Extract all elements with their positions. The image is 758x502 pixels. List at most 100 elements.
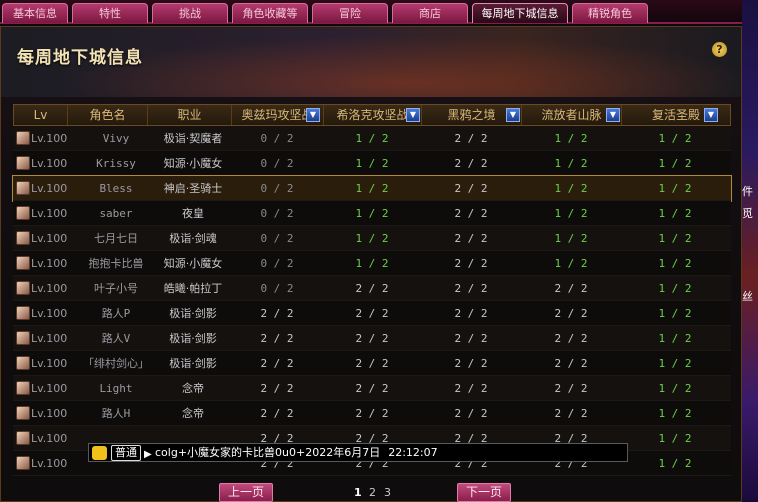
prev-page-button[interactable]: 上一页 — [219, 483, 273, 502]
table-row[interactable]: Lv.100 saber 夜皇 0 / 21 / 22 / 21 / 21 / 2 — [13, 201, 731, 226]
tab-basic-info[interactable]: 基本信息 — [2, 3, 68, 23]
cell-clear-count: 2 / 2 — [454, 407, 488, 420]
cell-clear-count: 1 / 2 — [554, 132, 588, 145]
cell-level: Lv.100 — [31, 307, 68, 320]
cell-clear-count: 1 / 2 — [554, 182, 588, 195]
tab-elite-characters[interactable]: 精锐角色 — [572, 3, 648, 23]
cell-clear-count: 1 / 2 — [658, 207, 692, 220]
cell-clear-count: 1 / 2 — [658, 407, 692, 420]
cell-clear-count: 1 / 2 — [658, 157, 692, 170]
table-row[interactable]: Lv.100 七月七日 极诣·剑魂 0 / 21 / 22 / 21 / 21 / 2 — [13, 226, 731, 251]
cell-level: Lv.100 — [31, 157, 68, 170]
table-row[interactable]: Lv.100 路人H 念帝 2 / 22 / 22 / 22 / 21 / 2 — [13, 401, 731, 426]
table-row[interactable]: Lv.100 路人V 极诣·剑影 2 / 22 / 22 / 22 / 21 / 2 — [13, 326, 731, 351]
avatar — [16, 356, 30, 370]
next-page-button[interactable]: 下一页 — [457, 483, 511, 502]
cell-clear-count: 1 / 2 — [658, 232, 692, 245]
cell-job: 极诣·剑影 — [169, 357, 217, 370]
cell-clear-count: 2 / 2 — [355, 332, 389, 345]
help-icon[interactable]: ? — [712, 42, 727, 57]
table-row[interactable]: Lv.100 抱抱卡比兽 知源·小魔女 0 / 21 / 22 / 21 / 21 /… — [13, 251, 731, 276]
cell-clear-count: 2 / 2 — [260, 407, 294, 420]
chevron-down-icon[interactable]: ▼ — [406, 108, 420, 122]
avatar — [16, 306, 30, 320]
smiley-icon — [92, 446, 107, 460]
cell-clear-count: 1 / 2 — [554, 257, 588, 270]
cell-clear-count: 2 / 2 — [454, 132, 488, 145]
chevron-down-icon[interactable]: ▼ — [506, 108, 520, 122]
cell-level: Lv.100 — [31, 457, 68, 470]
cell-clear-count: 2 / 2 — [454, 182, 488, 195]
chevron-down-icon[interactable]: ▼ — [606, 108, 620, 122]
avatar — [16, 206, 30, 220]
cell-clear-count: 2 / 2 — [554, 307, 588, 320]
cell-clear-count: 2 / 2 — [355, 282, 389, 295]
adjacent-text: 件 — [742, 185, 753, 198]
avatar — [16, 406, 30, 420]
cell-clear-count: 2 / 2 — [554, 382, 588, 395]
tab-shop[interactable]: 商店 — [392, 3, 468, 23]
header-name[interactable]: 角色名 — [68, 105, 148, 125]
main-panel: 每周地下城信息 ? Lv 角色名 职业 奥兹玛攻坚战 ▼ 希洛克攻坚战 ▼ 黑鸦… — [0, 26, 742, 502]
chat-channel-label[interactable]: 普通 — [111, 445, 141, 461]
page-number-3[interactable]: 3 — [384, 486, 391, 499]
cell-clear-count: 2 / 2 — [454, 232, 488, 245]
cell-clear-count: 2 / 2 — [454, 257, 488, 270]
header-job[interactable]: 职业 — [148, 105, 232, 125]
tab-challenge[interactable]: 挑战 — [152, 3, 228, 23]
cell-clear-count: 1 / 2 — [658, 332, 692, 345]
table-row[interactable]: Lv.100 「绯村剑心」 极诣·剑影 2 / 22 / 22 / 22 / 21 /… — [13, 351, 731, 376]
cell-clear-count: 0 / 2 — [260, 132, 294, 145]
pagination: 上一页 1 2 3 下一页 — [0, 482, 742, 502]
cell-clear-count: 1 / 2 — [658, 357, 692, 370]
cell-clear-count: 1 / 2 — [658, 432, 692, 445]
avatar — [16, 381, 30, 395]
cell-clear-count: 2 / 2 — [454, 157, 488, 170]
chevron-down-icon[interactable]: ▼ — [704, 108, 718, 122]
table-body: Lv.100 Vivy 极诣·契魔者 0 / 21 / 22 / 21 / 21 / … — [12, 126, 732, 476]
cell-job: 夜皇 — [182, 207, 204, 220]
page-number-2[interactable]: 2 — [369, 486, 376, 499]
table-row[interactable]: Lv.100 路人P 极诣·剑影 2 / 22 / 22 / 22 / 21 / 2 — [13, 301, 731, 326]
character-table: Lv 角色名 职业 奥兹玛攻坚战 ▼ 希洛克攻坚战 ▼ 黑鸦之境 ▼ 流放者山脉… — [12, 104, 732, 476]
cell-level: Lv.100 — [31, 382, 68, 395]
tab-collection[interactable]: 角色收藏等 — [232, 3, 308, 23]
cell-clear-count: 1 / 2 — [355, 132, 389, 145]
cell-job: 极诣·契魔者 — [163, 132, 223, 145]
table-row[interactable]: Lv.100 Bless 神启·圣骑士 0 / 21 / 22 / 21 / 21 /… — [12, 175, 732, 202]
cell-clear-count: 2 / 2 — [260, 332, 294, 345]
chevron-down-icon[interactable]: ▼ — [306, 108, 320, 122]
table-header: Lv 角色名 职业 奥兹玛攻坚战 ▼ 希洛克攻坚战 ▼ 黑鸦之境 ▼ 流放者山脉… — [13, 104, 731, 126]
header-lv[interactable]: Lv — [14, 105, 68, 125]
avatar — [16, 256, 30, 270]
cell-job: 极诣·剑影 — [169, 332, 217, 345]
cell-job: 神启·圣骑士 — [163, 182, 223, 195]
cell-clear-count: 2 / 2 — [355, 307, 389, 320]
adjacent-text: 丝 — [742, 290, 753, 303]
cell-clear-count: 1 / 2 — [355, 157, 389, 170]
cell-clear-count: 1 / 2 — [355, 257, 389, 270]
table-row[interactable]: Lv.100 Vivy 极诣·契魔者 0 / 21 / 22 / 21 / 21 / … — [13, 126, 731, 151]
tab-adventure[interactable]: 冒险 — [312, 3, 388, 23]
table-row[interactable]: Lv.100 叶子小号 皓曦·帕拉丁 0 / 22 / 22 / 22 / 21 / … — [13, 276, 731, 301]
cell-clear-count: 1 / 2 — [554, 232, 588, 245]
cell-clear-count: 1 / 2 — [355, 207, 389, 220]
avatar — [16, 456, 30, 470]
cell-clear-count: 2 / 2 — [454, 207, 488, 220]
cell-level: Lv.100 — [31, 207, 68, 220]
avatar — [16, 181, 30, 195]
table-row[interactable]: Lv.100 Krissy 知源·小魔女 0 / 21 / 22 / 21 / 21 … — [13, 151, 731, 176]
tab-traits[interactable]: 特性 — [72, 3, 148, 23]
page-number-1[interactable]: 1 — [354, 486, 362, 499]
arrow-right-icon: ▶ — [144, 449, 152, 460]
cell-job: 皓曦·帕拉丁 — [163, 282, 223, 295]
cell-clear-count: 1 / 2 — [658, 182, 692, 195]
cell-clear-count: 2 / 2 — [355, 357, 389, 370]
table-row[interactable]: Lv.100 Light 念帝 2 / 22 / 22 / 22 / 21 / 2 — [13, 376, 731, 401]
cell-clear-count: 2 / 2 — [260, 307, 294, 320]
cell-clear-count: 2 / 2 — [554, 282, 588, 295]
chat-message: 普通 ▶ colg+小魔女家的卡比兽0u0+2022年6月7日 22:12:07 — [88, 443, 628, 462]
tab-weekly-dungeon[interactable]: 每周地下城信息 — [472, 3, 568, 23]
cell-clear-count: 2 / 2 — [554, 332, 588, 345]
cell-level: Lv.100 — [31, 357, 68, 370]
